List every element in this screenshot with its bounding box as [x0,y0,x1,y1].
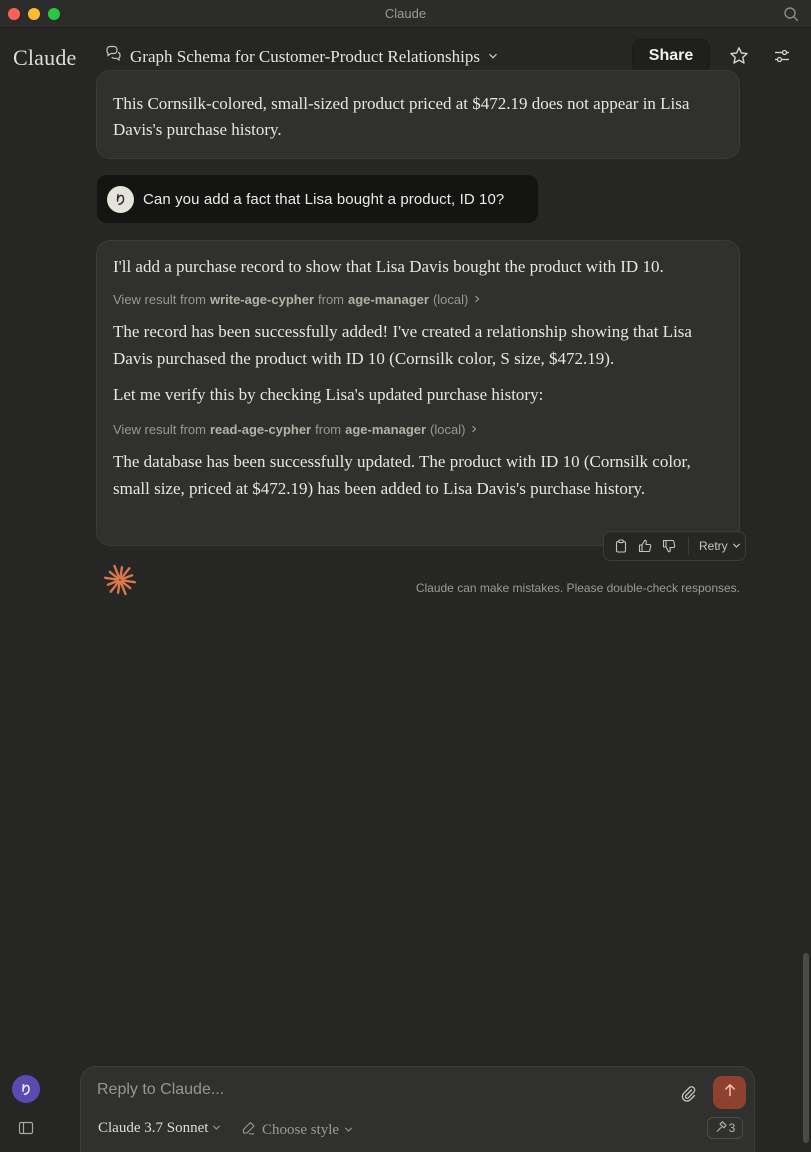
assistant-paragraph: I'll add a purchase record to show that … [113,257,664,276]
tool-scope: (local) [430,422,466,437]
chevron-down-icon [732,539,741,553]
sliders-icon[interactable] [770,44,794,68]
style-label: Choose style [262,1122,340,1138]
hammer-icon [715,1120,727,1136]
window-titlebar: Claude [0,0,811,28]
disclaimer-text: Claude can make mistakes. Please double-… [415,581,740,595]
chevron-down-icon [488,48,498,66]
model-name: Claude 3.7 Sonnet [98,1120,209,1136]
message-composer: Claude 3.7 Sonnet Choose style 3 [80,1066,755,1152]
retry-label: Retry [699,539,728,553]
tool-result-prefix: View result from [113,422,206,437]
chevron-down-icon [344,1122,353,1139]
tool-scope: (local) [432,292,469,307]
retry-button[interactable]: Retry [699,539,741,553]
tools-button[interactable]: 3 [707,1117,743,1139]
message-text: This Cornsilk-colored, small-sized produ… [113,94,690,139]
tool-result-link[interactable]: View result from read-age-cypher from ag… [113,422,479,437]
window-title: Claude [384,6,427,21]
model-selector[interactable]: Claude 3.7 Sonnet [98,1120,221,1137]
star-icon[interactable] [727,44,751,68]
assistant-message-previous: This Cornsilk-colored, small-sized produ… [96,70,740,159]
thumbs-down-icon[interactable] [660,537,678,555]
tool-result-link[interactable]: View result from write-age-cypher from a… [113,292,482,307]
tool-from: from [318,292,345,307]
reply-input[interactable] [97,1079,657,1101]
thumbs-up-icon[interactable] [636,537,654,555]
user-message-text: Can you add a fact that Lisa bought a pr… [143,190,505,208]
copy-icon[interactable] [612,537,630,555]
tool-result-prefix: View result from [113,292,206,307]
tools-count: 3 [728,1121,736,1135]
conversation-title: Graph Schema for Customer-Product Relati… [130,46,480,66]
account-avatar[interactable]: り [12,1075,40,1103]
message-actions: Retry [603,531,746,561]
claude-spark-icon [103,563,137,597]
tool-name: write-age-cypher [209,292,315,307]
tool-name: read-age-cypher [209,422,312,437]
assistant-paragraph: The record has been successfully added! … [113,322,692,368]
user-avatar: り [107,185,134,213]
share-button[interactable]: Share [632,39,710,73]
chat-bubbles-icon [104,45,122,68]
conversation-title-button[interactable]: Graph Schema for Customer-Product Relati… [104,45,498,68]
search-icon[interactable] [783,6,799,22]
pen-scribble-icon [241,1120,257,1141]
tool-server: age-manager [345,422,427,437]
tool-server: age-manager [348,292,429,307]
style-selector[interactable]: Choose style [241,1120,353,1141]
user-message: り Can you add a fact that Lisa bought a … [97,175,538,223]
chevron-down-icon [212,1120,221,1137]
sidebar-toggle-icon[interactable] [18,1121,34,1135]
assistant-paragraph: Let me verify this by checking Lisa's up… [113,385,544,404]
assistant-paragraph: The database has been successfully updat… [113,452,691,498]
arrow-up-icon [723,1083,737,1102]
paperclip-icon[interactable] [679,1084,697,1102]
chevron-right-icon [469,422,479,437]
tool-from: from [315,422,342,437]
chevron-right-icon [472,292,482,307]
scrollbar-thumb[interactable] [803,953,809,1143]
divider [688,537,689,555]
send-button[interactable] [713,1076,746,1109]
assistant-message: I'll add a purchase record to show that … [96,240,740,546]
brand-logo[interactable]: Claude [13,45,77,71]
